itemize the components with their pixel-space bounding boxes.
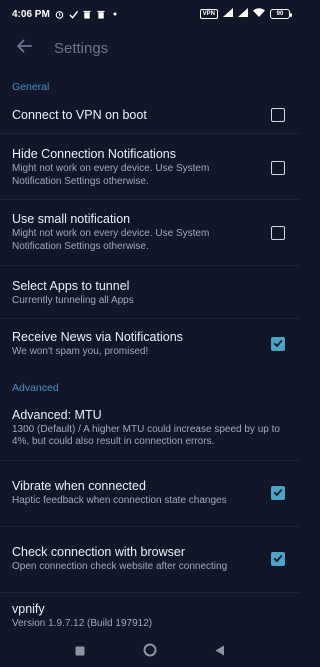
pref-about[interactable]: vpnify Version 1.9.7.12 (Build 197912) (0, 598, 300, 634)
home-button[interactable] (143, 643, 157, 662)
divider (0, 526, 300, 527)
divider (0, 592, 300, 593)
pref-title: Receive News via Notifications (12, 329, 183, 344)
nav-back-button[interactable] (215, 643, 225, 661)
pref-text: Check connection with browser Open conne… (12, 545, 257, 574)
check-icon (69, 10, 78, 19)
circle-icon (143, 643, 157, 662)
pref-title: Check connection with browser (12, 544, 185, 559)
pref-vibrate[interactable]: Vibrate when connected Haptic feedback w… (0, 467, 300, 519)
pref-summary: Might not work on every device. Use Syst… (12, 228, 210, 252)
signal-icon (238, 8, 248, 20)
pref-title: Hide Connection Notifications (12, 147, 176, 161)
recents-button[interactable] (75, 643, 85, 661)
pref-title: Select Apps to tunnel (12, 278, 130, 293)
pref-text: Advanced: MTU 1300 (Default) / A higher … (12, 408, 288, 449)
pref-text: Connect to VPN on boot (12, 108, 257, 123)
page-title: Settings (54, 39, 109, 57)
system-nav-bar (0, 637, 300, 667)
pref-text: Select Apps to tunnel Currently tunnelin… (12, 279, 288, 308)
square-icon (75, 643, 85, 661)
pref-summary: 1300 (Default) / A higher MTU could incr… (12, 423, 280, 448)
section-header-general: General (12, 81, 50, 93)
trash-icon (97, 10, 106, 19)
checkbox-hide-notifications[interactable] (271, 160, 285, 175)
pref-title: vpnify (12, 601, 45, 616)
checkbox-receive-news[interactable] (271, 337, 285, 351)
status-left: 4:06 PM (12, 9, 120, 20)
pref-receive-news[interactable]: Receive News via Notifications We won't … (0, 323, 300, 365)
pref-summary: Version 1.9.7.12 (Build 197912) (12, 617, 153, 629)
triangle-back-icon (215, 643, 225, 661)
pref-text: Receive News via Notifications We won't … (12, 330, 257, 359)
wifi-icon (253, 8, 265, 20)
section-header-advanced: Advanced (12, 382, 59, 394)
pref-summary: Haptic feedback when connection state ch… (12, 494, 227, 506)
checkbox-vpn-on-boot[interactable] (271, 108, 285, 122)
check-icon (273, 484, 283, 502)
vpn-badge: VPN (199, 9, 218, 19)
pref-select-apps[interactable]: Select Apps to tunnel Currently tunnelin… (0, 272, 300, 314)
pref-text: Hide Connection Notifications Might not … (12, 147, 257, 188)
back-button[interactable] (4, 28, 44, 68)
dot-icon (111, 10, 120, 19)
checkbox-vibrate[interactable] (271, 486, 285, 500)
divider (0, 265, 300, 266)
check-icon (273, 550, 283, 568)
pref-title: Vibrate when connected (12, 478, 146, 493)
status-time: 4:06 PM (12, 8, 50, 20)
status-right: VPN 90 (199, 8, 292, 20)
alarm-icon (55, 10, 64, 19)
pref-summary: We won't spam you, promised! (12, 345, 149, 357)
pref-text: vpnify Version 1.9.7.12 (Build 197912) (12, 602, 288, 631)
pref-title: Use small notification (12, 212, 131, 226)
pref-check-browser[interactable]: Check connection with browser Open conne… (0, 533, 300, 585)
pref-small-notification[interactable]: Use small notification Might not work on… (0, 205, 300, 260)
battery-icon: 90 (270, 9, 292, 19)
trash-icon (83, 10, 92, 19)
check-icon (273, 335, 283, 353)
pref-title: Connect to VPN on boot (12, 107, 147, 122)
signal-icon (223, 8, 233, 20)
pref-summary: Might not work on every device. Use Syst… (12, 163, 210, 187)
pref-text: Vibrate when connected Haptic feedback w… (12, 479, 257, 508)
divider (0, 133, 300, 134)
pref-title: Advanced: MTU (12, 407, 102, 422)
pref-mtu[interactable]: Advanced: MTU 1300 (Default) / A higher … (0, 402, 300, 454)
divider (0, 199, 300, 200)
divider (0, 460, 300, 461)
toolbar: Settings (0, 28, 300, 68)
pref-summary: Open connection check website after conn… (12, 560, 228, 572)
status-bar: 4:06 PM VPN 90 (0, 0, 300, 28)
pref-text: Use small notification Might not work on… (12, 212, 257, 253)
pref-summary: Currently tunneling all Apps (12, 294, 134, 306)
arrow-back-icon (16, 39, 32, 58)
pref-vpn-on-boot[interactable]: Connect to VPN on boot (0, 98, 300, 132)
checkbox-small-notification[interactable] (271, 225, 285, 240)
divider (0, 318, 300, 319)
pref-hide-notifications[interactable]: Hide Connection Notifications Might not … (0, 140, 300, 195)
checkbox-check-browser[interactable] (271, 552, 285, 566)
